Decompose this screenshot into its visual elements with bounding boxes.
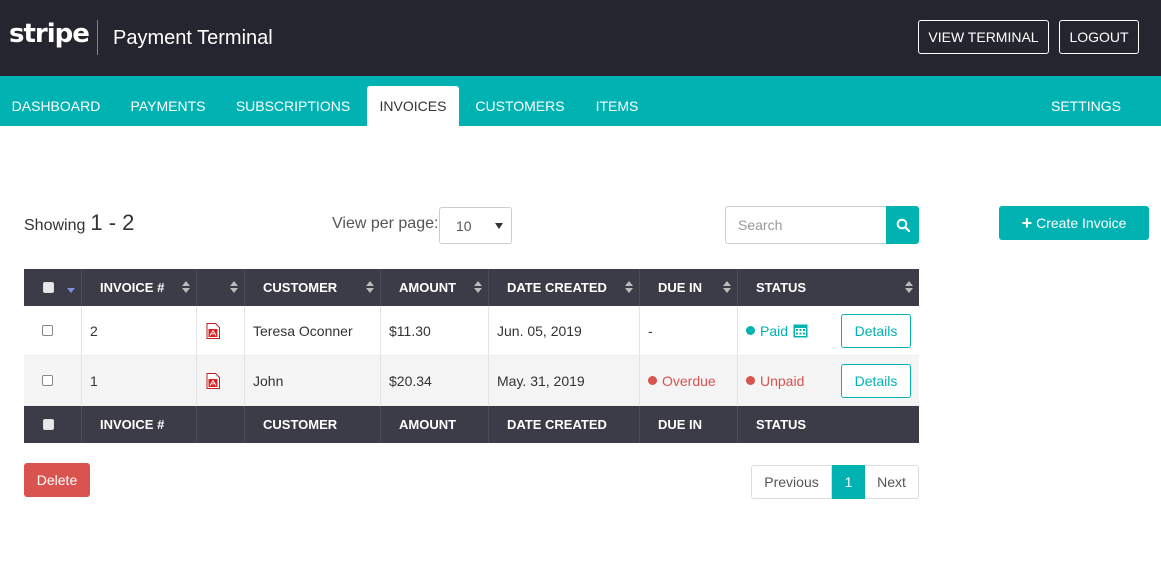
view-per-page-select[interactable]: 10	[439, 207, 512, 244]
status-dot	[746, 326, 755, 335]
col-due-in[interactable]: DUE IN	[658, 269, 702, 306]
delete-button[interactable]: Delete	[24, 463, 90, 497]
invoice-number: 1	[90, 372, 98, 389]
view-terminal-button[interactable]: VIEW TERMINAL	[918, 20, 1049, 54]
details-button[interactable]: Details	[841, 364, 911, 398]
pdf-icon[interactable]	[206, 306, 220, 355]
col-invoice: INVOICE #	[100, 417, 165, 432]
select-all-checkbox[interactable]	[43, 269, 54, 306]
view-per-page-label: View per page:	[332, 215, 439, 232]
due-in: Overdue	[662, 372, 716, 389]
showing-count: Showing 1 - 2	[24, 210, 134, 236]
tab-customers[interactable]: CUSTOMERS	[468, 86, 572, 126]
sort-icon[interactable]	[182, 281, 190, 293]
col-date-created[interactable]: DATE CREATED	[507, 269, 607, 306]
due-in: -	[648, 322, 653, 339]
status-badge: Paid	[746, 306, 808, 355]
date-created: Jun. 05, 2019	[497, 322, 582, 339]
status-dot	[746, 376, 755, 385]
tab-subscriptions[interactable]: SUBSCRIPTIONS	[227, 86, 359, 126]
customer-name: Teresa Oconner	[253, 322, 353, 339]
row-checkbox[interactable]	[42, 306, 53, 355]
tab-items[interactable]: ITEMS	[584, 86, 650, 126]
pdf-icon[interactable]	[206, 356, 220, 405]
table-row: 1 John $20.34 May. 31, 2019 Overdue Unpa…	[24, 356, 919, 406]
amount: $11.30	[389, 322, 431, 339]
main-nav: DASHBOARD PAYMENTS SUBSCRIPTIONS INVOICE…	[0, 76, 1161, 126]
sort-icon[interactable]	[905, 281, 913, 293]
tab-invoices[interactable]: INVOICES	[367, 86, 459, 126]
status-badge: Unpaid	[746, 356, 804, 405]
showing-range: 1 - 2	[90, 210, 135, 235]
search-button[interactable]	[886, 206, 919, 244]
caret-down-icon	[495, 223, 503, 229]
plus-icon: +	[1021, 213, 1033, 233]
table-footer: INVOICE # CUSTOMER AMOUNT DATE CREATED D…	[24, 406, 919, 443]
sort-icon[interactable]	[366, 281, 374, 293]
col-amount[interactable]: AMOUNT	[399, 269, 456, 306]
sort-icon[interactable]	[723, 281, 731, 293]
previous-page-button[interactable]: Previous	[751, 465, 832, 499]
sort-icon[interactable]	[625, 281, 633, 293]
tab-payments[interactable]: PAYMENTS	[120, 86, 216, 126]
sort-icon[interactable]	[230, 281, 238, 293]
date-created: May. 31, 2019	[497, 372, 585, 389]
tab-settings[interactable]: SETTINGS	[1040, 86, 1132, 126]
top-header: stripe Payment Terminal VIEW TERMINAL LO…	[0, 0, 1161, 76]
col-amount: AMOUNT	[399, 417, 457, 432]
create-invoice-label: Create Invoice	[1036, 215, 1127, 231]
logout-button[interactable]: LOGOUT	[1059, 20, 1139, 54]
calendar-icon[interactable]	[793, 323, 808, 338]
row-checkbox[interactable]	[42, 356, 53, 405]
view-per-page-value: 10	[456, 217, 472, 234]
col-status: STATUS	[756, 417, 807, 432]
col-date-created: DATE CREATED	[507, 417, 607, 432]
invoice-number: 2	[90, 322, 98, 339]
due-in-badge: Overdue	[648, 356, 716, 405]
status-text: Unpaid	[760, 372, 805, 389]
search-icon	[896, 218, 910, 232]
search-placeholder: Search	[738, 217, 783, 233]
table-header: INVOICE # CUSTOMER AMOUNT DATE CREATED D…	[24, 269, 919, 306]
showing-label: Showing	[24, 217, 86, 234]
col-due-in: DUE IN	[658, 417, 703, 432]
details-button[interactable]: Details	[841, 314, 911, 348]
table-row: 2 Teresa Oconner $11.30 Jun. 05, 2019 - …	[24, 306, 919, 356]
invoices-table: INVOICE # CUSTOMER AMOUNT DATE CREATED D…	[24, 269, 919, 443]
logo-divider	[97, 20, 98, 55]
app-title: Payment Terminal	[113, 27, 273, 49]
search-input[interactable]: Search	[725, 206, 887, 244]
amount: $20.34	[389, 372, 432, 389]
col-invoice[interactable]: INVOICE #	[100, 269, 164, 306]
col-customer: CUSTOMER	[263, 417, 338, 432]
customer-name: John	[253, 372, 284, 389]
stripe-logo[interactable]: stripe	[9, 19, 90, 49]
overdue-dot	[648, 376, 657, 385]
tab-dashboard[interactable]: DASHBOARD	[0, 86, 112, 126]
pagination: Previous 1 Next	[751, 465, 919, 499]
current-page-button[interactable]: 1	[832, 465, 865, 499]
next-page-button[interactable]: Next	[865, 465, 919, 499]
select-all-checkbox-footer[interactable]	[43, 406, 54, 443]
create-invoice-button[interactable]: + Create Invoice	[999, 206, 1149, 240]
sort-icon[interactable]	[474, 281, 482, 293]
status-text: Paid	[760, 322, 789, 339]
col-status[interactable]: STATUS	[756, 269, 806, 306]
col-customer[interactable]: CUSTOMER	[263, 269, 337, 306]
sort-desc-icon[interactable]	[67, 288, 75, 293]
